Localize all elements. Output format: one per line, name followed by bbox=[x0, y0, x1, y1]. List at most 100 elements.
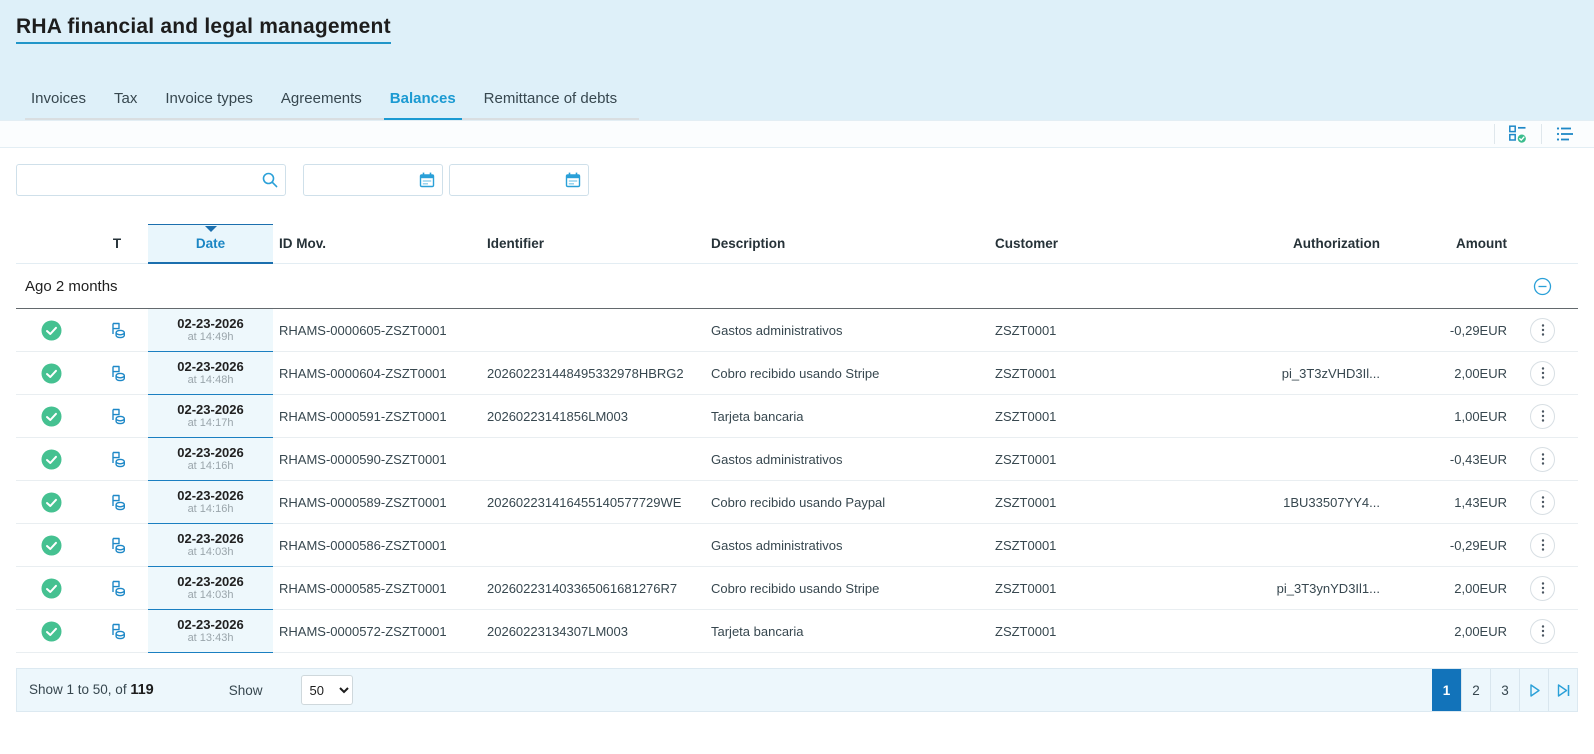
toolbar-divider bbox=[1494, 124, 1495, 144]
page-size-select[interactable]: 50 bbox=[301, 675, 353, 705]
check-circle-icon bbox=[41, 363, 62, 384]
table-row: 02-23-2026 at 14:16h RHAMS-0000590-ZSZT0… bbox=[16, 438, 1578, 481]
time-value: at 14:03h bbox=[188, 589, 234, 602]
status-cell bbox=[16, 352, 86, 395]
table-row: 02-23-2026 at 14:16h RHAMS-0000589-ZSZT0… bbox=[16, 481, 1578, 524]
tab-tax[interactable]: Tax bbox=[108, 82, 143, 120]
id-mov-cell: RHAMS-0000586-ZSZT0001 bbox=[273, 524, 470, 567]
status-cell bbox=[16, 610, 86, 653]
actions-cell bbox=[1507, 524, 1578, 567]
movement-type-cell bbox=[86, 438, 148, 481]
calendar-icon[interactable] bbox=[418, 171, 436, 194]
tab-balances[interactable]: Balances bbox=[384, 82, 462, 120]
customer-cell: ZSZT0001 bbox=[985, 567, 1175, 610]
check-circle-icon bbox=[41, 578, 62, 599]
amount-cell: 2,00EUR bbox=[1390, 567, 1507, 610]
table-footer: Show 1 to 50, of 119 Show 50 1 2 3 bbox=[16, 668, 1578, 712]
date-value: 02-23-2026 bbox=[177, 617, 244, 632]
show-label: Show bbox=[229, 683, 263, 698]
authorization-cell bbox=[1175, 395, 1390, 438]
kebab-icon bbox=[1537, 452, 1549, 466]
date-cell: 02-23-2026 at 14:49h bbox=[148, 309, 273, 352]
tab-invoices[interactable]: Invoices bbox=[25, 82, 92, 120]
date-cell: 02-23-2026 at 14:03h bbox=[148, 567, 273, 610]
kebab-icon bbox=[1537, 366, 1549, 380]
table-header-row: T Date ID Mov. Identifier Description Cu… bbox=[16, 224, 1578, 264]
header-identifier-column[interactable]: Identifier bbox=[470, 224, 705, 264]
status-cell bbox=[16, 524, 86, 567]
time-value: at 13:43h bbox=[188, 632, 234, 645]
description-cell: Gastos administrativos bbox=[705, 524, 985, 567]
amount-cell: 2,00EUR bbox=[1390, 610, 1507, 653]
tab-bar: Invoices Tax Invoice types Agreements Ba… bbox=[25, 82, 639, 120]
actions-cell bbox=[1507, 438, 1578, 481]
row-menu-button[interactable] bbox=[1530, 490, 1555, 515]
customer-cell: ZSZT0001 bbox=[985, 352, 1175, 395]
movement-type-cell bbox=[86, 395, 148, 438]
amount-cell: 1,00EUR bbox=[1390, 395, 1507, 438]
tab-agreements[interactable]: Agreements bbox=[275, 82, 368, 120]
date-value: 02-23-2026 bbox=[177, 531, 244, 546]
next-page-icon bbox=[1526, 682, 1543, 699]
date-to-field-wrap bbox=[449, 164, 589, 196]
search-icon[interactable] bbox=[261, 171, 279, 194]
check-circle-icon bbox=[41, 621, 62, 642]
header-description-column[interactable]: Description bbox=[705, 224, 985, 264]
date-cell: 02-23-2026 at 14:48h bbox=[148, 352, 273, 395]
header-authorization-column[interactable]: Authorization bbox=[1175, 224, 1390, 264]
list-view-icon[interactable] bbox=[1554, 123, 1576, 145]
view-toolbar bbox=[0, 120, 1594, 148]
header-id-mov-column[interactable]: ID Mov. bbox=[273, 224, 470, 264]
date-cell: 02-23-2026 at 13:43h bbox=[148, 610, 273, 653]
check-circle-icon bbox=[41, 406, 62, 427]
description-cell: Cobro recibido usando Paypal bbox=[705, 481, 985, 524]
card-view-check-icon[interactable] bbox=[1507, 123, 1529, 145]
last-page-icon bbox=[1555, 682, 1572, 699]
authorization-cell bbox=[1175, 524, 1390, 567]
kebab-icon bbox=[1537, 323, 1549, 337]
header-status-column bbox=[16, 224, 86, 264]
pagination-page-3[interactable]: 3 bbox=[1490, 669, 1519, 711]
row-menu-button[interactable] bbox=[1530, 533, 1555, 558]
authorization-cell: pi_3T3ynYD3Il1... bbox=[1175, 567, 1390, 610]
identifier-cell bbox=[470, 438, 705, 481]
tab-remittance-of-debts[interactable]: Remittance of debts bbox=[478, 82, 623, 120]
pagination-page-2[interactable]: 2 bbox=[1461, 669, 1490, 711]
row-menu-button[interactable] bbox=[1530, 619, 1555, 644]
amount-cell: 2,00EUR bbox=[1390, 352, 1507, 395]
identifier-cell: 20260223134307LM003 bbox=[470, 610, 705, 653]
table-row: 02-23-2026 at 14:03h RHAMS-0000585-ZSZT0… bbox=[16, 567, 1578, 610]
tab-invoice-types[interactable]: Invoice types bbox=[159, 82, 259, 120]
row-menu-button[interactable] bbox=[1530, 447, 1555, 472]
page-title: RHA financial and legal management bbox=[16, 15, 391, 44]
pagination-next-button[interactable] bbox=[1519, 669, 1548, 711]
customer-cell: ZSZT0001 bbox=[985, 524, 1175, 567]
header-amount-column[interactable]: Amount bbox=[1390, 224, 1507, 264]
table-row: 02-23-2026 at 14:03h RHAMS-0000586-ZSZT0… bbox=[16, 524, 1578, 567]
row-menu-button[interactable] bbox=[1530, 404, 1555, 429]
calendar-icon[interactable] bbox=[564, 171, 582, 194]
pagination-last-button[interactable] bbox=[1548, 669, 1577, 711]
collapse-group-button[interactable] bbox=[1507, 277, 1578, 296]
time-value: at 14:16h bbox=[188, 460, 234, 473]
date-cell: 02-23-2026 at 14:03h bbox=[148, 524, 273, 567]
status-cell bbox=[16, 438, 86, 481]
header-date-column[interactable]: Date bbox=[148, 224, 273, 264]
check-circle-icon bbox=[41, 449, 62, 470]
status-cell bbox=[16, 567, 86, 610]
id-mov-cell: RHAMS-0000604-ZSZT0001 bbox=[273, 352, 470, 395]
row-menu-button[interactable] bbox=[1530, 318, 1555, 343]
movement-type-icon bbox=[107, 320, 128, 341]
pagination-page-1[interactable]: 1 bbox=[1432, 669, 1461, 711]
movement-type-icon bbox=[107, 406, 128, 427]
header-customer-column[interactable]: Customer bbox=[985, 224, 1175, 264]
row-menu-button[interactable] bbox=[1530, 361, 1555, 386]
description-cell: Tarjeta bancaria bbox=[705, 610, 985, 653]
movement-type-cell bbox=[86, 567, 148, 610]
amount-cell: 1,43EUR bbox=[1390, 481, 1507, 524]
table-body: 02-23-2026 at 14:49h RHAMS-0000605-ZSZT0… bbox=[16, 309, 1578, 653]
row-menu-button[interactable] bbox=[1530, 576, 1555, 601]
search-input[interactable] bbox=[16, 164, 286, 196]
identifier-cell: 202602231448495332978HBRG2 bbox=[470, 352, 705, 395]
header-type-column[interactable]: T bbox=[86, 224, 148, 264]
